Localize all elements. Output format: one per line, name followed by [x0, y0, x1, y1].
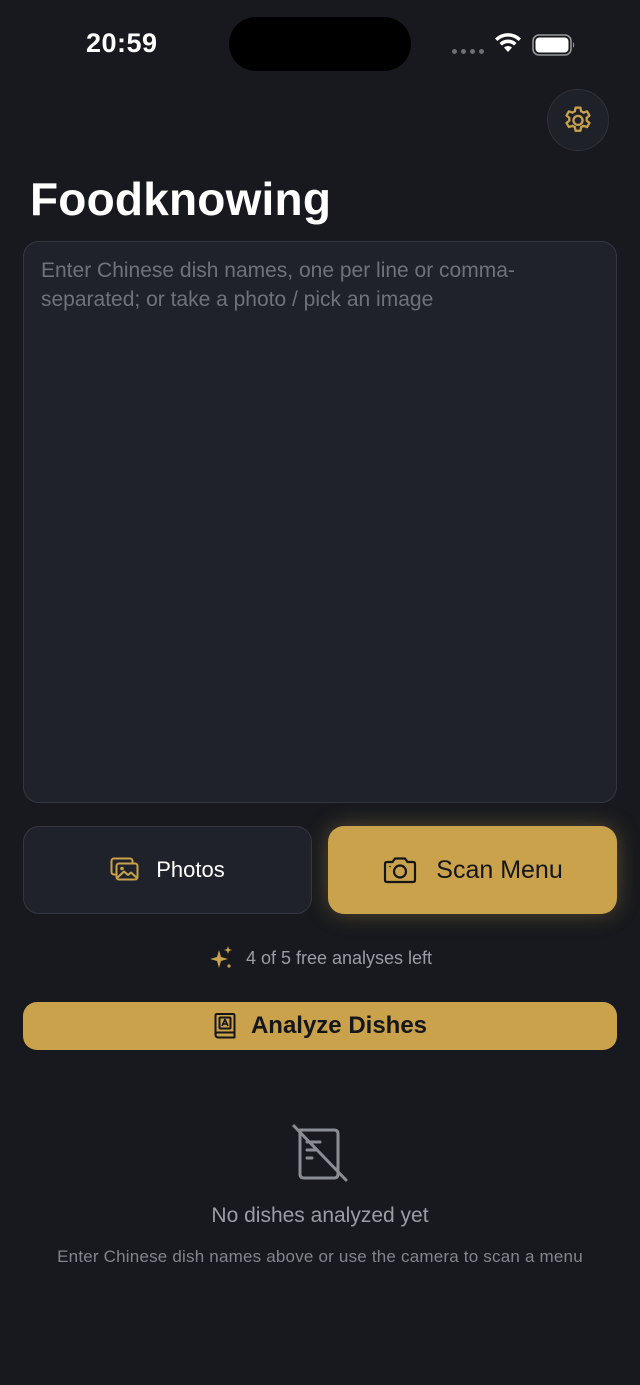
status-bar: 20:59 — [0, 0, 640, 90]
status-time: 20:59 — [86, 28, 158, 58]
empty-state-subtitle: Enter Chinese dish names above or use th… — [57, 1247, 583, 1266]
sparkles-icon — [209, 946, 232, 968]
free-analyses-info: 4 of 5 free analyses left — [0, 942, 640, 974]
cellular-signal-icon — [452, 49, 486, 54]
dynamic-island — [229, 17, 411, 71]
settings-button[interactable] — [547, 89, 609, 151]
camera-icon — [384, 857, 417, 884]
wifi-icon — [495, 33, 521, 52]
free-analyses-text: 4 of 5 free analyses left — [245, 947, 433, 968]
status-indicators — [452, 32, 582, 58]
no-menu-icon — [292, 1124, 348, 1182]
gear-icon — [565, 106, 591, 132]
analyze-dishes-label: Analyze Dishes — [250, 1012, 428, 1039]
empty-state-title: No dishes analyzed yet — [211, 1204, 429, 1227]
page-title: Foodknowing — [30, 173, 332, 225]
menu-book-icon — [214, 1013, 236, 1039]
photos-button[interactable]: Photos — [23, 826, 312, 914]
photos-icon — [110, 857, 139, 881]
analyze-dishes-button[interactable]: Analyze Dishes — [23, 1002, 617, 1050]
scan-menu-label: Scan Menu — [436, 855, 563, 884]
battery-icon — [532, 34, 575, 56]
photos-button-label: Photos — [156, 857, 225, 882]
scan-menu-button[interactable]: Scan Menu — [328, 826, 617, 914]
dish-names-input[interactable] — [23, 241, 617, 803]
